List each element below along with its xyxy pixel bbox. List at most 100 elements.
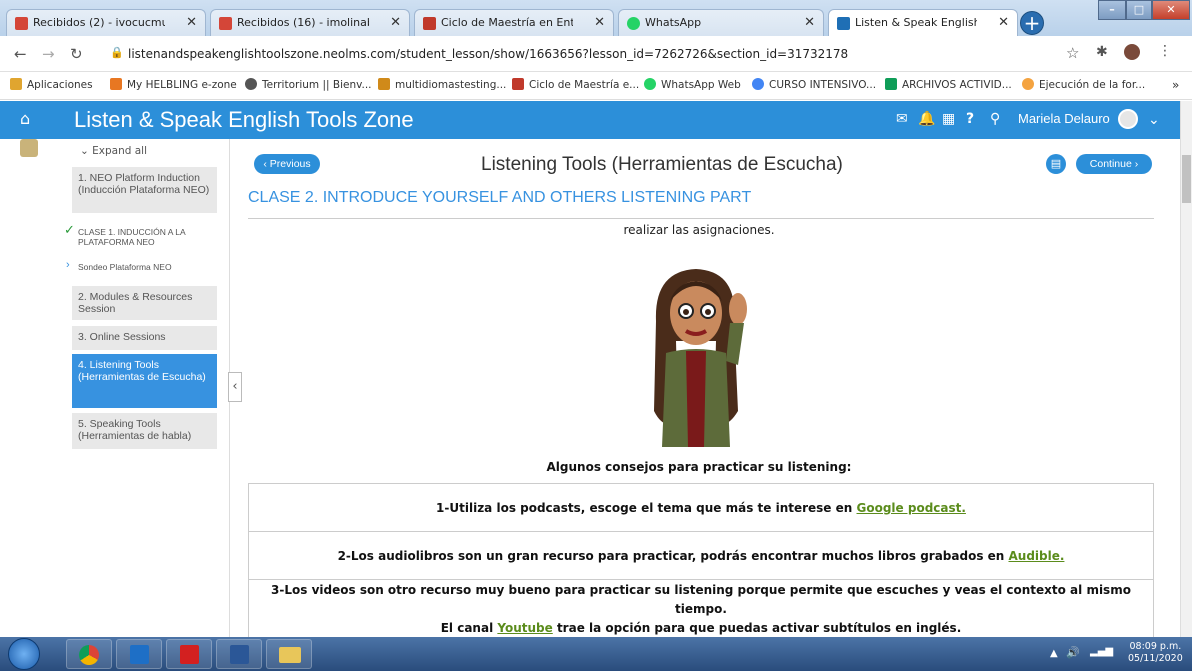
bookmark-aplicaciones[interactable]: Aplicaciones <box>10 78 93 91</box>
sidebar-item-speaking-tools[interactable]: 5. Speaking Tools (Herramientas de habla… <box>72 413 217 449</box>
calendar-icon[interactable]: ▦ <box>942 111 955 127</box>
tip-text: 2-Los audiolibros son un gran recurso pa… <box>338 549 1065 563</box>
tab-whatsapp[interactable]: WhatsApp ✕ <box>618 9 824 36</box>
multidiomas-icon <box>378 78 390 90</box>
more-bookmarks-icon[interactable]: » <box>1172 78 1179 92</box>
bookmark-ciclo[interactable]: Ciclo de Maestría e... <box>512 78 639 91</box>
class-title: CLASE 2. INTRODUCE YOURSELF AND OTHERS L… <box>248 189 752 206</box>
tab-listen-speak[interactable]: Listen & Speak English Tools Zo ✕ <box>828 9 1018 37</box>
bookmark-label: My HELBLING e-zone <box>127 79 237 91</box>
close-tab-icon[interactable]: ✕ <box>594 15 605 30</box>
notes-icon[interactable]: ▤ <box>1046 154 1066 174</box>
drive-icon <box>885 78 897 90</box>
audible-link[interactable]: Audible. <box>1009 549 1065 563</box>
close-tab-icon[interactable]: ✕ <box>998 15 1009 30</box>
start-button[interactable] <box>8 638 40 670</box>
maximize-button[interactable]: □ <box>1126 0 1152 20</box>
minimize-button[interactable]: – <box>1098 0 1126 20</box>
divider <box>248 218 1154 219</box>
search-icon[interactable]: ⚲ <box>990 111 1000 127</box>
bookmark-multidiomas[interactable]: multidiomastesting... <box>378 78 506 91</box>
bookmark-label: Aplicaciones <box>27 79 93 91</box>
bookmark-label: ARCHIVOS ACTIVID... <box>902 79 1012 91</box>
sidebar-item-listening-tools[interactable]: 4. Listening Tools (Herramientas de Escu… <box>72 354 217 408</box>
word-icon <box>230 645 249 664</box>
gmail-icon <box>219 17 232 30</box>
bookmark-helbling[interactable]: My HELBLING e-zone <box>110 78 237 91</box>
apps-grid-icon <box>10 78 22 90</box>
google-podcast-link[interactable]: Google podcast. <box>857 501 966 515</box>
bell-icon[interactable]: 🔔 <box>918 111 935 127</box>
bookmark-territorium[interactable]: Territorium || Bienv... <box>245 78 372 91</box>
bookmark-label: multidiomastesting... <box>395 79 507 91</box>
home-icon[interactable]: ⌂ <box>20 109 30 128</box>
scrollbar-thumb[interactable] <box>1182 155 1191 203</box>
chevron-down-icon[interactable]: ⌄ <box>1148 112 1160 128</box>
sidebar-item-neo-induction[interactable]: 1. NEO Platform Induction (Inducción Pla… <box>72 167 217 213</box>
bookmark-ejecucion[interactable]: Ejecución de la for... <box>1022 78 1145 91</box>
sidebar-item-modules[interactable]: 2. Modules & Resources Session <box>72 286 217 320</box>
tip-text-post: trae la opción para que puedas activar s… <box>552 620 962 635</box>
acrobat-taskbar-button[interactable] <box>166 639 212 669</box>
bookmark-label: Ejecución de la for... <box>1039 79 1146 91</box>
network-icon[interactable]: ▂▄▆ <box>1090 646 1113 657</box>
bookmark-archivos[interactable]: ARCHIVOS ACTIVID... <box>885 78 1012 91</box>
tip-text-pre: 1-Utiliza los podcasts, escoge el tema q… <box>436 500 857 515</box>
word-taskbar-button[interactable] <box>216 639 262 669</box>
mail-icon[interactable]: ✉ <box>896 111 908 127</box>
app-header: ⌂ Listen & Speak English Tools Zone ✉ 🔔 … <box>0 101 1180 139</box>
forward-arrow-icon[interactable]: → <box>42 45 55 63</box>
sublink-label: CLASE 1. INDUCCIÓN A LA PLATAFORMA NEO <box>78 227 186 247</box>
previous-button[interactable]: ‹ Previous <box>254 154 320 174</box>
help-icon[interactable]: ? <box>966 111 974 127</box>
sidebar-item-online-sessions[interactable]: 3. Online Sessions <box>72 326 217 350</box>
tab-label: Ciclo de Maestría en Entornos V <box>441 16 573 29</box>
star-icon[interactable]: ☆ <box>1066 44 1079 62</box>
youtube-link[interactable]: Youtube <box>497 621 552 635</box>
tip-text-pre: El canal <box>440 620 498 635</box>
bookmark-whatsapp-web[interactable]: WhatsApp Web <box>644 78 741 91</box>
tab-gmail-2[interactable]: Recibidos (16) - imolinab@mise ✕ <box>210 9 410 36</box>
sidebar-item-label: 2. Modules & Resources Session <box>78 291 193 315</box>
tab-ciclo-maestria[interactable]: Ciclo de Maestría en Entornos V ✕ <box>414 9 614 36</box>
clock-date: 05/11/2020 <box>1128 653 1183 664</box>
tab-gmail-1[interactable]: Recibidos (2) - ivocucmultidiom ✕ <box>6 9 206 36</box>
reload-icon[interactable]: ↻ <box>70 45 83 63</box>
user-name[interactable]: Mariela Delauro <box>1018 111 1110 126</box>
new-tab-button[interactable]: + <box>1020 11 1044 35</box>
continue-button[interactable]: Continue › <box>1076 154 1152 174</box>
clock-time: 08:09 p.m. <box>1129 641 1182 652</box>
tab-label: WhatsApp <box>645 16 702 29</box>
expand-all-link[interactable]: ⌄ Expand all <box>80 145 147 157</box>
tip-text: 1-Utiliza los podcasts, escoge el tema q… <box>436 501 966 515</box>
tip-row-audiobooks: 2-Los audiolibros son un gran recurso pa… <box>249 532 1153 580</box>
menu-dots-icon[interactable]: ⋮ <box>1158 43 1172 59</box>
tip-row-videos: 3-Los videos son otro recurso muy bueno … <box>249 580 1153 637</box>
bookmark-curso[interactable]: CURSO INTENSIVO... <box>752 78 876 91</box>
tips-heading: Algunos consejos para practicar su liste… <box>546 460 852 474</box>
close-window-button[interactable]: ✕ <box>1152 0 1190 20</box>
close-tab-icon[interactable]: ✕ <box>186 15 197 30</box>
address-bar[interactable]: 🔒 listenandspeakenglishtoolszone.neolms.… <box>98 41 1188 67</box>
chrome-taskbar-button[interactable] <box>66 639 112 669</box>
extensions-icon[interactable]: ✱ <box>1096 44 1108 60</box>
close-tab-icon[interactable]: ✕ <box>390 15 401 30</box>
close-tab-icon[interactable]: ✕ <box>804 15 815 30</box>
outlook-taskbar-button[interactable] <box>116 639 162 669</box>
volume-icon[interactable]: 🔊 <box>1066 646 1080 659</box>
bookmark-label: Territorium || Bienv... <box>262 79 372 91</box>
sidebar-sublink-clase1[interactable]: ✓ CLASE 1. INDUCCIÓN A LA PLATAFORMA NEO <box>64 223 218 247</box>
tab-label: Listen & Speak English Tools Zo <box>855 16 977 29</box>
back-arrow-icon[interactable]: ← <box>14 45 27 63</box>
explorer-taskbar-button[interactable] <box>266 639 312 669</box>
folder-icon <box>279 647 301 663</box>
browser-tab-bar: Recibidos (2) - ivocucmultidiom ✕ Recibi… <box>0 0 1192 37</box>
lesson-title: Listening Tools (Herramientas de Escucha… <box>481 154 843 175</box>
sidebar-sublink-sondeo[interactable]: › Sondeo Plataforma NEO <box>66 260 218 273</box>
tray-chevron-icon[interactable]: ▲ <box>1050 648 1058 659</box>
intro-text: realizar las asignaciones. <box>623 223 775 237</box>
user-avatar[interactable] <box>1118 109 1138 129</box>
system-clock[interactable]: 08:09 p.m. 05/11/2020 <box>1128 641 1183 665</box>
collapse-sidebar-button[interactable]: ‹ <box>228 372 242 402</box>
profile-avatar-icon[interactable] <box>1124 44 1140 60</box>
